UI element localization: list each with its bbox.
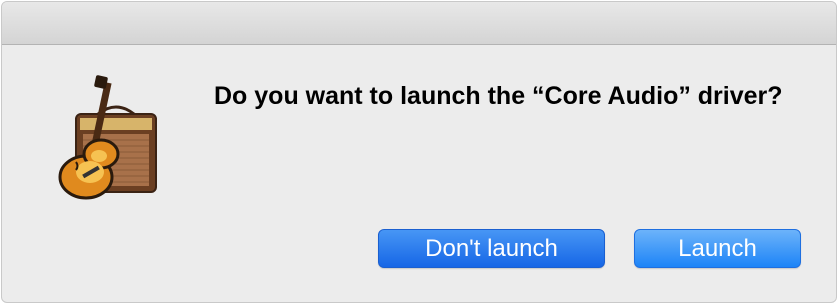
dialog-message: Do you want to launch the “Core Audio” d… (214, 82, 783, 110)
launch-driver-dialog: Do you want to launch the “Core Audio” d… (1, 1, 837, 303)
garageband-icon (46, 74, 176, 204)
dont-launch-button[interactable]: Don't launch (378, 229, 605, 268)
launch-button[interactable]: Launch (634, 229, 801, 268)
dialog-titlebar (2, 2, 836, 45)
